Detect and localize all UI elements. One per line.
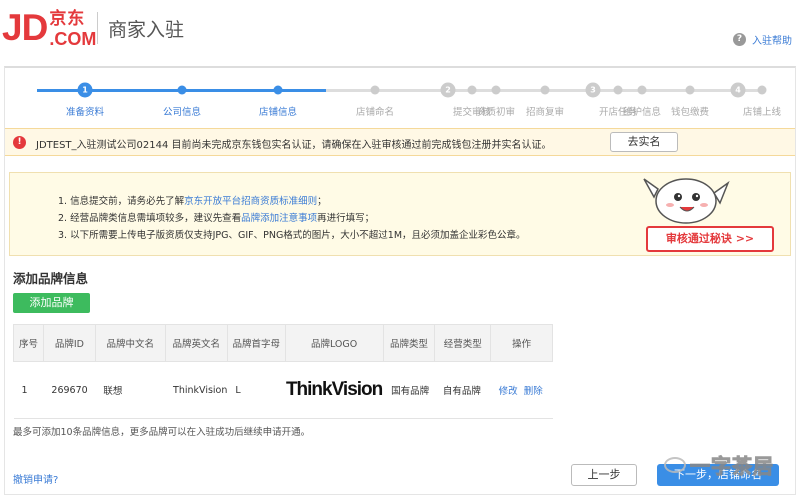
logo-cn-text: 京东 bbox=[49, 9, 86, 29]
alert-text: JDTEST_入驻测试公司02144 目前尚未完成京东钱包实名认证，请确保在入驻… bbox=[36, 140, 552, 151]
standards-link[interactable]: 京东开放平台招商资质标准细则 bbox=[184, 196, 317, 207]
cell-brand-type: 国有品牌 bbox=[383, 361, 435, 419]
step-dot bbox=[685, 85, 695, 95]
step-label: 店铺信息 bbox=[258, 107, 298, 118]
tips-list: 1. 信息提交前，请务必先了解京东开放平台招商资质标准细则； 2. 经营品牌类信… bbox=[58, 193, 526, 244]
step-label: 招商复审 bbox=[525, 107, 565, 118]
main-panel: 1 准备资料 公司信息 店铺信息 店铺命名 2 提交审核 资质初审 招商复审 3 开店任务 维护信息钱… bbox=[4, 66, 796, 495]
cell-initial: L bbox=[227, 361, 286, 419]
help-link[interactable]: ? 入驻帮助 bbox=[733, 32, 792, 47]
step-dot bbox=[273, 85, 283, 95]
brand-limit-note: 最多可添加10条品牌信息，更多品牌可以在入驻成功后继续申请开通。 bbox=[13, 427, 311, 438]
watermark: 一字茶居 bbox=[664, 450, 774, 479]
page-title: 商家入驻 bbox=[108, 19, 185, 41]
add-brand-button[interactable]: 添加品牌 bbox=[13, 293, 90, 313]
tip-text: 1. 信息提交前，请务必先了解 bbox=[58, 196, 185, 207]
verify-identity-button[interactable]: 去实名 bbox=[610, 132, 678, 152]
wechat-icon bbox=[664, 456, 686, 473]
jd-logo[interactable]: JD 京东 .COM bbox=[2, 6, 97, 49]
step-label: 准备资料 bbox=[65, 107, 105, 118]
table-header-row: 序号 品牌ID 品牌中文名 品牌英文名 品牌首字母 品牌LOGO 品牌类型 经营… bbox=[13, 324, 553, 362]
step-dot bbox=[467, 85, 477, 95]
step-label: 资质初审 bbox=[476, 107, 516, 118]
alert-bar: ! JDTEST_入驻测试公司02144 目前尚未完成京东钱包实名认证，请确保在… bbox=[5, 128, 795, 156]
step-number-node: 2 bbox=[440, 82, 456, 98]
tip-item: 3. 以下所需要上传电子版资质仅支持JPG、GIF、PNG格式的图片，大小不超过… bbox=[58, 230, 526, 241]
step-label: 店铺命名 bbox=[355, 107, 395, 118]
col-header: 品牌中文名 bbox=[94, 324, 166, 362]
brand-notes-link[interactable]: 品牌添加注意事项 bbox=[241, 213, 317, 224]
jd-mascot-icon bbox=[643, 178, 730, 224]
header: JD 京东 .COM 商家入驻 ? 入驻帮助 bbox=[0, 0, 800, 60]
step-dot bbox=[613, 85, 623, 95]
edit-link[interactable]: 修改 bbox=[499, 386, 518, 397]
tip-item: 1. 信息提交前，请务必先了解京东开放平台招商资质标准细则； bbox=[58, 193, 526, 210]
col-header: 品牌首字母 bbox=[226, 324, 286, 362]
logo-divider bbox=[97, 12, 98, 44]
tip-text: 2. 经营品牌类信息需填项较多，建议先查看 bbox=[58, 213, 242, 224]
question-circle-icon: ? bbox=[733, 33, 746, 46]
col-header: 品牌LOGO bbox=[284, 324, 384, 362]
table-row: 1 269670 联想 ThinkVision L ThinkVision 国有… bbox=[13, 361, 553, 419]
cell-index: 1 bbox=[13, 361, 44, 419]
step-number-node: 4 bbox=[730, 82, 746, 98]
brand-table: 序号 品牌ID 品牌中文名 品牌英文名 品牌首字母 品牌LOGO 品牌类型 经营… bbox=[13, 324, 553, 419]
col-header: 经营类型 bbox=[434, 324, 492, 362]
step-label: 维护信息 bbox=[622, 107, 662, 118]
step-dot bbox=[491, 85, 501, 95]
tip-text: ； bbox=[317, 196, 327, 207]
step-number-node: 3 bbox=[585, 82, 601, 98]
thinkvision-logo: ThinkVision bbox=[285, 379, 383, 400]
watermark-text: 一字茶居 bbox=[690, 454, 774, 479]
cell-actions: 修改 删除 bbox=[490, 361, 553, 419]
step-label: 公司信息 bbox=[162, 107, 202, 118]
step-label: 店铺上线 bbox=[742, 107, 782, 118]
cancel-application-link[interactable]: 撤销申请? bbox=[13, 471, 58, 486]
prev-step-button[interactable]: 上一步 bbox=[571, 464, 637, 486]
col-header: 品牌类型 bbox=[382, 324, 436, 362]
step-dot bbox=[757, 85, 767, 95]
cell-business-type: 自有品牌 bbox=[434, 361, 491, 419]
warning-icon: ! bbox=[13, 136, 26, 149]
step-label: 钱包缴费 bbox=[670, 107, 710, 118]
cell-brand-id: 269670 bbox=[43, 361, 96, 419]
step-dot bbox=[370, 85, 380, 95]
logo-right: 京东 .COM bbox=[49, 9, 97, 49]
progress-steps: 1 准备资料 公司信息 店铺信息 店铺命名 2 提交审核 资质初审 招商复审 3 开店任务 维护信息钱… bbox=[5, 68, 795, 126]
logo-jd-text: JD bbox=[2, 7, 48, 48]
audit-tips-button[interactable]: 审核通过秘诀 >> bbox=[646, 226, 774, 252]
step-dot bbox=[637, 85, 647, 95]
col-header: 序号 bbox=[13, 324, 44, 362]
logo-com-text: .COM bbox=[49, 29, 97, 49]
col-header: 操作 bbox=[490, 324, 553, 362]
col-header: 品牌英文名 bbox=[164, 324, 228, 362]
help-label: 入驻帮助 bbox=[752, 36, 792, 47]
cell-logo: ThinkVision bbox=[285, 361, 383, 419]
step-dot bbox=[177, 85, 187, 95]
tips-box: 1. 信息提交前，请务必先了解京东开放平台招商资质标准细则； 2. 经营品牌类信… bbox=[9, 172, 791, 256]
col-header: 品牌ID bbox=[42, 324, 96, 362]
step-number-node: 1 bbox=[77, 82, 93, 98]
cell-name-cn: 联想 bbox=[95, 361, 166, 419]
cell-name-en: ThinkVision bbox=[165, 361, 228, 419]
step-dot bbox=[540, 85, 550, 95]
tip-item: 2. 经营品牌类信息需填项较多，建议先查看品牌添加注意事项再进行填写； bbox=[58, 210, 526, 227]
tip-text: 再进行填写； bbox=[317, 213, 375, 224]
section-title: 添加品牌信息 bbox=[13, 271, 89, 286]
delete-link[interactable]: 删除 bbox=[524, 386, 543, 397]
